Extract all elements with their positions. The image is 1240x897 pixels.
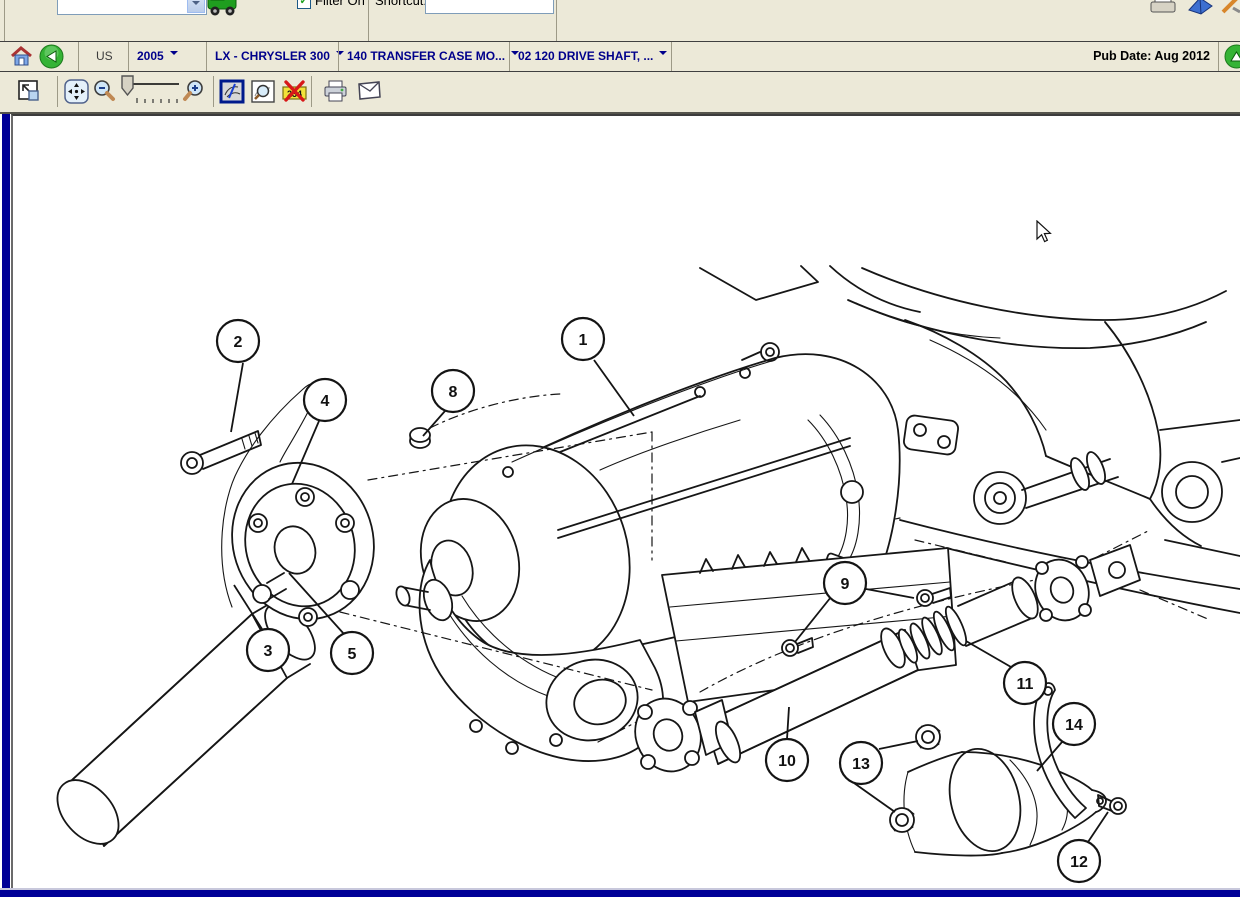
zoom-out-button[interactable] — [92, 78, 117, 105]
callout-13-leader — [854, 783, 895, 812]
svg-text:2: 2 — [234, 334, 243, 351]
divider — [213, 76, 214, 107]
search-input[interactable] — [59, 0, 188, 13]
filter-on-label: Filter On — [315, 0, 365, 8]
section-divider — [368, 0, 369, 41]
callout-10[interactable]: 10 — [766, 739, 808, 781]
divider — [57, 76, 58, 107]
callout-3[interactable]: 3 — [247, 629, 289, 671]
parts-catalog-window: ✓ Filter On Shortcut: — [0, 0, 1240, 897]
viewer-toolbar: 234 — [0, 72, 1240, 114]
shortcut-label: Shortcut: — [375, 0, 427, 8]
shortcut-field-frame — [425, 0, 554, 14]
zoom-in-button[interactable] — [182, 78, 207, 105]
image-hotspots-button[interactable] — [219, 78, 246, 105]
callout-13[interactable]: 13 — [840, 742, 882, 784]
left-accent-bar — [2, 114, 10, 888]
combobox-dropdown-button[interactable] — [187, 0, 205, 13]
tool-icon[interactable] — [1221, 0, 1240, 16]
image-magnifier-button[interactable] — [250, 78, 277, 105]
svg-text:10: 10 — [778, 753, 796, 770]
callout-8-leader — [423, 411, 445, 436]
pan-button[interactable] — [63, 78, 90, 105]
callout-2[interactable]: 2 — [217, 320, 259, 362]
svg-text:9: 9 — [841, 576, 850, 593]
region-label: US — [96, 42, 113, 71]
chevron-down-icon — [659, 51, 667, 59]
book-icon[interactable] — [1186, 0, 1216, 16]
print-icon[interactable] — [1149, 0, 1179, 16]
parts-diagram: 12345891011121314 — [13, 116, 1240, 887]
model-dropdown-label: LX - CHRYSLER 300 — [215, 49, 330, 63]
hide-callouts-button[interactable]: 234 — [281, 78, 308, 105]
svg-text:1: 1 — [579, 332, 588, 349]
group-dropdown-label: 140 TRANSFER CASE MO... — [347, 49, 505, 63]
year-dropdown[interactable]: 2005 — [128, 42, 207, 71]
search-combobox[interactable] — [57, 0, 207, 15]
bottom-accent-bar — [0, 888, 1240, 897]
home-button[interactable] — [10, 46, 33, 68]
callout-1-leader — [594, 360, 634, 416]
callout-13-leader — [879, 741, 918, 749]
svg-text:3: 3 — [264, 643, 273, 660]
callout-2-leader — [231, 363, 243, 432]
year-dropdown-label: 2005 — [137, 49, 164, 63]
pub-date-label: Pub Date: Aug 2012 — [1010, 42, 1210, 71]
svg-text:14: 14 — [1065, 717, 1083, 734]
svg-text:13: 13 — [852, 756, 870, 773]
mouse-cursor — [1036, 220, 1054, 244]
callout-5[interactable]: 5 — [331, 632, 373, 674]
back-button[interactable] — [39, 44, 64, 69]
figure-dropdown-label: 02 120 DRIVE SHAFT, ... — [518, 49, 653, 63]
callout-11-leader — [966, 641, 1011, 667]
chevron-down-icon — [170, 51, 178, 59]
divider — [311, 76, 312, 107]
email-button[interactable] — [356, 78, 383, 105]
next-section-button[interactable] — [1224, 44, 1240, 69]
zoom-slider-thumb — [122, 76, 133, 95]
section-divider — [556, 0, 557, 41]
shortcut-input[interactable] — [427, 0, 552, 12]
callout-4[interactable]: 4 — [304, 379, 346, 421]
panel-edge — [4, 0, 5, 41]
callout-12[interactable]: 12 — [1058, 840, 1100, 882]
top-toolbar: ✓ Filter On Shortcut: — [0, 0, 1240, 42]
callout-1[interactable]: 1 — [562, 318, 604, 360]
group-dropdown[interactable]: 140 TRANSFER CASE MO... — [338, 42, 510, 71]
figure-dropdown[interactable]: 02 120 DRIVE SHAFT, ... — [509, 42, 672, 71]
model-dropdown[interactable]: LX - CHRYSLER 300 — [206, 42, 339, 71]
divider — [78, 42, 79, 71]
svg-text:5: 5 — [348, 646, 357, 663]
svg-text:4: 4 — [321, 393, 330, 410]
callout-14[interactable]: 14 — [1053, 703, 1095, 745]
fit-to-window-button[interactable] — [16, 78, 43, 105]
zoom-slider[interactable] — [119, 74, 183, 108]
svg-text:12: 12 — [1070, 854, 1088, 871]
breadcrumb-bar: US 2005 LX - CHRYSLER 300 140 TRANSFER C… — [0, 42, 1240, 72]
vehicle-icon[interactable] — [205, 0, 241, 22]
callout-8[interactable]: 8 — [432, 370, 474, 412]
callout-11[interactable]: 11 — [1004, 662, 1046, 704]
callout-9[interactable]: 9 — [824, 562, 866, 604]
print-button[interactable] — [322, 78, 349, 105]
filter-on-checkbox[interactable]: ✓ — [297, 0, 311, 9]
svg-text:8: 8 — [449, 384, 458, 401]
svg-text:11: 11 — [1017, 676, 1034, 693]
divider — [1218, 42, 1219, 71]
